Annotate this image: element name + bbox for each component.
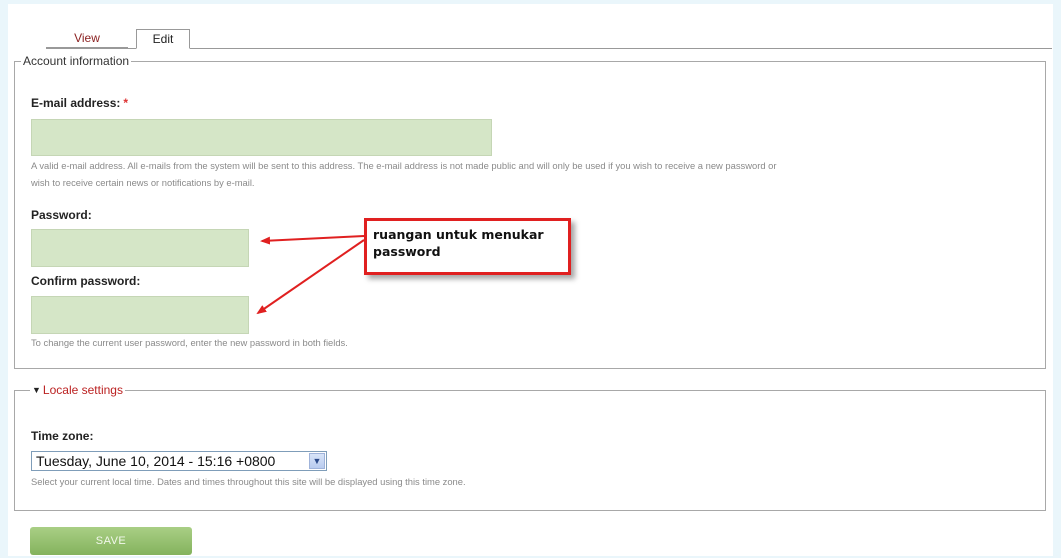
password-label: Password: bbox=[31, 208, 92, 222]
required-mark: * bbox=[123, 96, 129, 110]
chevron-down-icon[interactable]: ▼ bbox=[309, 453, 325, 469]
password-field[interactable] bbox=[31, 229, 249, 267]
email-description-line-2: wish to receive certain news or notifica… bbox=[31, 177, 255, 188]
email-field[interactable] bbox=[31, 119, 492, 156]
collapse-triangle-icon: ▼ bbox=[32, 385, 41, 395]
time-zone-label: Time zone: bbox=[31, 429, 94, 443]
locale-settings-legend[interactable]: ▼ Locale settings bbox=[30, 383, 125, 397]
save-button[interactable]: SAVE bbox=[30, 527, 192, 555]
tab-edit[interactable]: Edit bbox=[136, 29, 190, 49]
annotation-line-1: ruangan untuk menukar bbox=[373, 227, 544, 242]
confirm-password-label: Confirm password: bbox=[31, 274, 141, 288]
account-information-legend: Account information bbox=[21, 54, 132, 68]
confirm-password-field[interactable] bbox=[31, 296, 249, 334]
email-label-text: E-mail address: bbox=[31, 96, 121, 110]
email-description-line-1: A valid e-mail address. All e-mails from… bbox=[31, 160, 777, 171]
annotation-line-2: password bbox=[373, 244, 441, 259]
time-zone-select[interactable]: Tuesday, June 10, 2014 - 15:16 +0800 ▼ bbox=[31, 451, 327, 471]
tab-bar: View Edit bbox=[46, 29, 1052, 49]
annotation-callout: ruangan untuk menukar password bbox=[364, 218, 571, 275]
time-zone-selected-value: Tuesday, June 10, 2014 - 15:16 +0800 bbox=[36, 453, 276, 469]
locale-settings-legend-text: Locale settings bbox=[42, 383, 123, 397]
tab-view[interactable]: View bbox=[46, 29, 128, 48]
email-label: E-mail address: * bbox=[31, 96, 128, 110]
password-description: To change the current user password, ent… bbox=[31, 337, 348, 348]
time-zone-description: Select your current local time. Dates an… bbox=[31, 476, 466, 487]
